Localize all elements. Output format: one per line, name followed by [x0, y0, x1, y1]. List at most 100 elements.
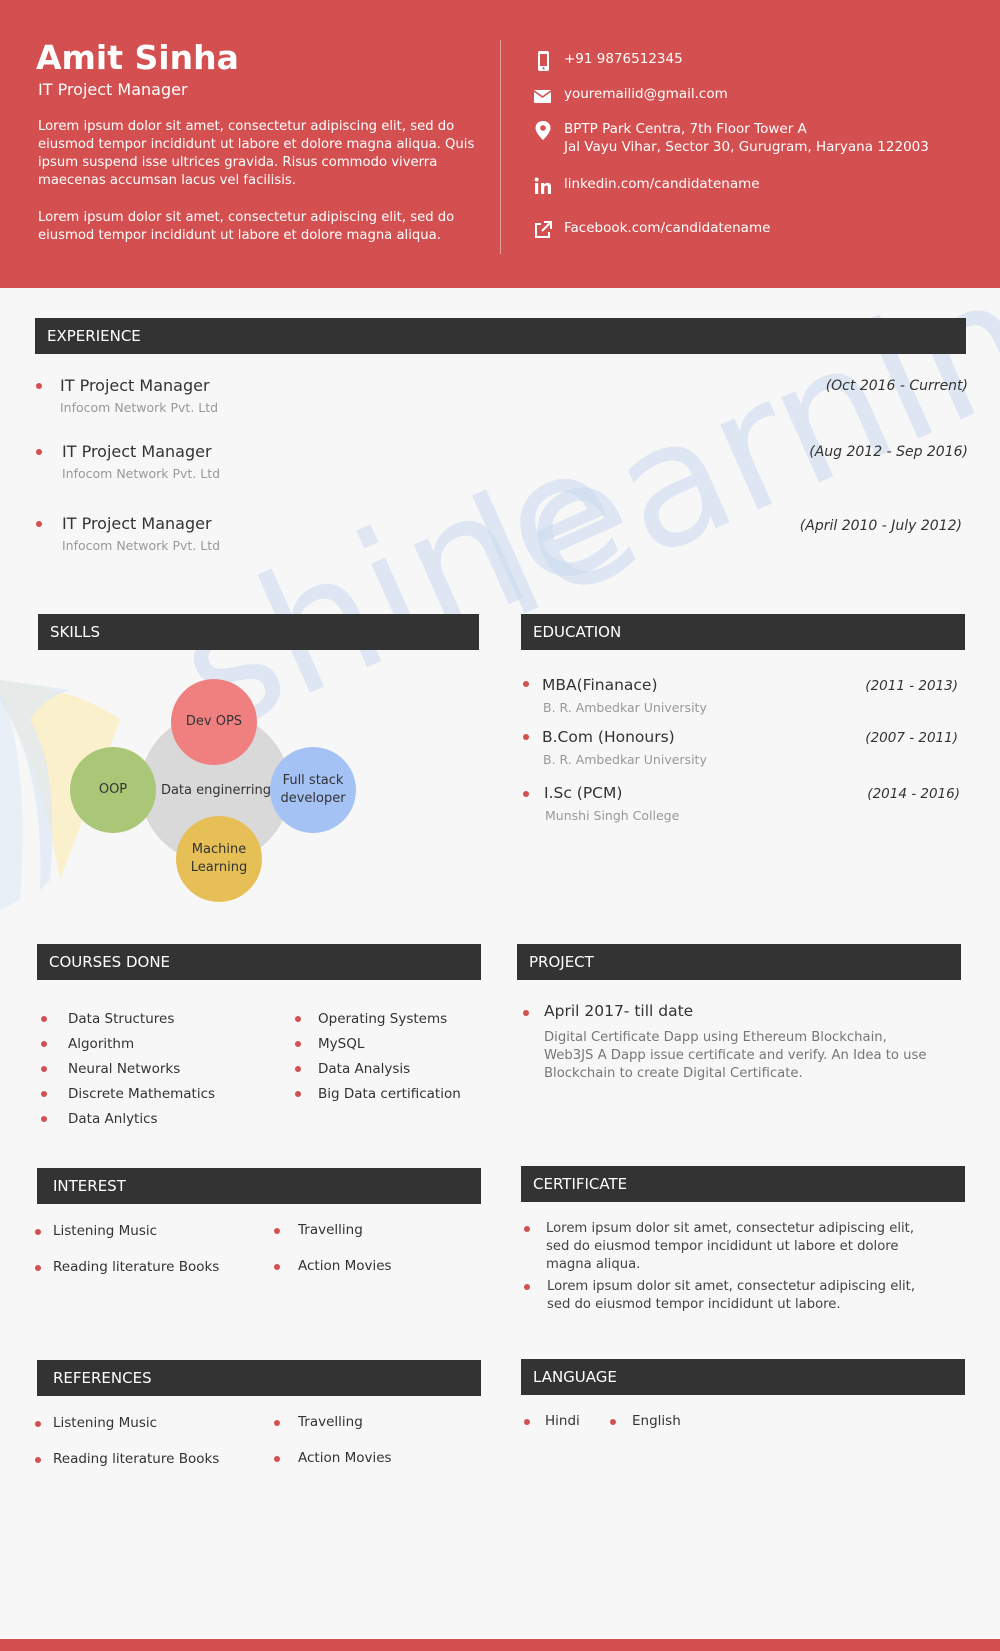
candidate-name: Amit Sinha — [36, 38, 239, 77]
course-item: Discrete Mathematics — [68, 1086, 216, 1102]
bullet-dot — [524, 1419, 530, 1425]
education-degree: MBA(Finanace) — [542, 676, 658, 694]
bullet-dot — [274, 1228, 280, 1234]
education-degree: B.Com (Honours) — [542, 728, 675, 746]
skill-devops: Dev OPS — [171, 679, 257, 765]
candidate-title: IT Project Manager — [38, 80, 188, 99]
resume-header: Amit Sinha IT Project Manager Lorem ipsu… — [0, 0, 1000, 288]
bullet-dot — [523, 791, 529, 797]
interest-item: Listening Music — [53, 1223, 158, 1239]
language-item: English — [632, 1413, 681, 1429]
course-item: Operating Systems — [318, 1011, 448, 1027]
bullet-dot — [295, 1066, 301, 1072]
experience-date: (Aug 2012 - Sep 2016) — [809, 444, 968, 460]
email-text[interactable]: youremailid@gmail.com — [564, 85, 728, 103]
interest-item: Action Movies — [298, 1258, 392, 1274]
experience-role: IT Project Manager — [60, 376, 210, 395]
experience-company: Infocom Network Pvt. Ltd — [62, 538, 221, 553]
course-item: MySQL — [318, 1036, 365, 1052]
course-item: Algorithm — [68, 1036, 135, 1052]
education-date: (2007 - 2011) — [865, 730, 958, 746]
experience-heading: EXPERIENCE — [35, 318, 966, 354]
course-item: Data Analysis — [318, 1061, 411, 1077]
references-heading: REFERENCES — [37, 1360, 481, 1396]
education-institution: Munshi Singh College — [545, 808, 680, 823]
facebook-text[interactable]: Facebook.com/candidatename — [564, 219, 770, 237]
experience-company: Infocom Network Pvt. Ltd — [60, 400, 219, 415]
phone-text: +91 9876512345 — [564, 51, 683, 67]
course-item: Data Structures — [68, 1011, 175, 1027]
bullet-dot — [35, 1457, 41, 1463]
course-item: Neural Networks — [68, 1061, 181, 1077]
experience-company: Infocom Network Pvt. Ltd — [62, 466, 221, 481]
bullet-dot — [41, 1116, 47, 1122]
reference-item: Listening Music — [53, 1415, 158, 1431]
header-divider — [500, 40, 501, 254]
external-link-icon — [535, 221, 552, 238]
bullet-dot — [41, 1016, 47, 1022]
experience-role: IT Project Manager — [62, 442, 212, 461]
project-description: Digital Certificate Dapp using Ethereum … — [544, 1030, 927, 1081]
certificate-item: Lorem ipsum dolor sit amet, consectetur … — [547, 1279, 916, 1312]
bullet-dot — [36, 383, 42, 389]
bullet-dot — [523, 681, 529, 687]
reference-item: Action Movies — [298, 1450, 392, 1466]
skill-label: Machine Learning — [190, 842, 248, 875]
skill-label: OOP — [98, 782, 128, 797]
skills-heading: SKILLS — [38, 614, 479, 650]
bullet-dot — [41, 1041, 47, 1047]
bullet-dot — [36, 521, 42, 527]
bullet-dot — [35, 1229, 41, 1235]
footer-strip — [0, 1639, 1000, 1651]
experience-role: IT Project Manager — [62, 514, 212, 533]
bullet-dot — [36, 449, 42, 455]
bullet-dot — [295, 1016, 301, 1022]
certificate-item: Lorem ipsum dolor sit amet, consectetur … — [546, 1221, 915, 1272]
bullet-dot — [274, 1420, 280, 1426]
address-line2: Jal Vayu Vihar, Sector 30, Gurugram, Har… — [564, 139, 929, 155]
experience-date: (April 2010 - July 2012) — [799, 518, 962, 534]
skill-center-label: Data enginerring — [160, 783, 272, 798]
interest-item: Travelling — [298, 1222, 363, 1238]
courses-heading: COURSES DONE — [37, 944, 481, 980]
reference-item: Travelling — [298, 1414, 363, 1430]
location-icon — [535, 121, 551, 140]
education-institution: B. R. Ambedkar University — [543, 752, 707, 767]
bullet-dot — [35, 1265, 41, 1271]
address-text: BPTP Park Centra, 7th Floor Tower A Jal … — [564, 120, 929, 156]
certificate-heading: CERTIFICATE — [521, 1166, 965, 1202]
education-degree: I.Sc (PCM) — [544, 784, 623, 802]
education-date: (2014 - 2016) — [867, 786, 960, 802]
bullet-dot — [523, 1010, 529, 1016]
language-item: Hindi — [545, 1413, 580, 1429]
interest-item: Reading literature Books — [53, 1259, 220, 1275]
phone-icon — [538, 51, 549, 71]
bullet-dot — [295, 1041, 301, 1047]
skill-label: Dev OPS — [185, 714, 243, 729]
bullet-dot — [41, 1091, 47, 1097]
education-date: (2011 - 2013) — [865, 678, 958, 694]
address-line1: BPTP Park Centra, 7th Floor Tower A — [564, 121, 807, 137]
linkedin-icon — [534, 177, 551, 194]
project-title: April 2017- till date — [544, 1002, 694, 1020]
bullet-dot — [274, 1264, 280, 1270]
education-institution: B. R. Ambedkar University — [543, 700, 707, 715]
education-heading: EDUCATION — [521, 614, 965, 650]
course-item: Data Anlytics — [68, 1111, 158, 1127]
language-heading: LANGUAGE — [521, 1359, 965, 1395]
bullet-dot — [41, 1066, 47, 1072]
reference-item: Reading literature Books — [53, 1451, 220, 1467]
bullet-dot — [274, 1456, 280, 1462]
summary-paragraph: Lorem ipsum dolor sit amet, consectetur … — [38, 119, 475, 188]
bullet-dot — [524, 1226, 530, 1232]
skill-machine-learning: Machine Learning — [176, 816, 262, 902]
bullet-dot — [524, 1284, 530, 1290]
interest-heading: INTEREST — [37, 1168, 481, 1204]
experience-date: (Oct 2016 - Current) — [825, 378, 968, 394]
bullet-dot — [610, 1419, 616, 1425]
email-icon — [533, 90, 552, 103]
linkedin-text[interactable]: linkedin.com/candidatename — [564, 175, 760, 193]
course-item: Big Data certification — [318, 1086, 461, 1102]
summary-paragraph: Lorem ipsum dolor sit amet, consectetur … — [38, 210, 455, 243]
bullet-dot — [523, 734, 529, 740]
